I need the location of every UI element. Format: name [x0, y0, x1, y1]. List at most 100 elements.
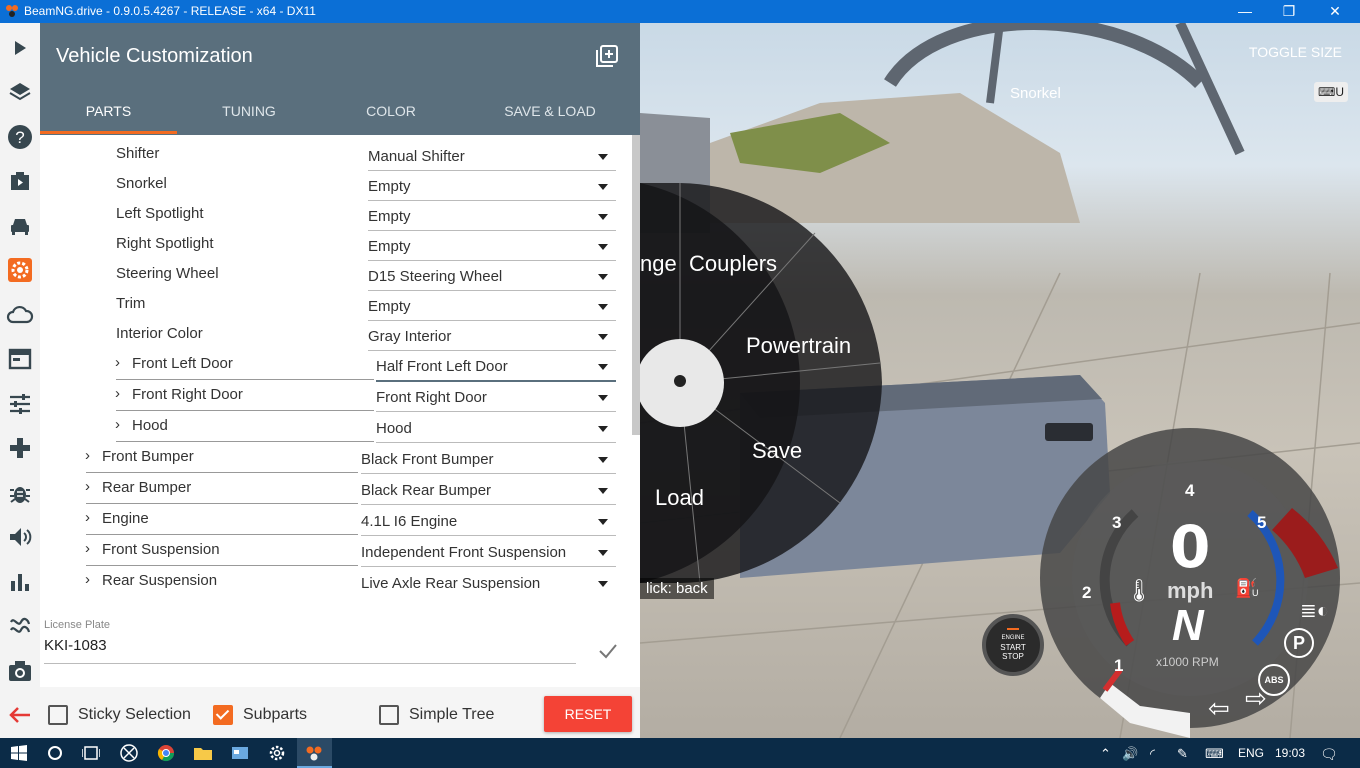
sticky-selection-checkbox[interactable]: Sticky Selection: [48, 705, 198, 725]
volume-icon[interactable]: 🔊: [1122, 746, 1138, 762]
row-divider: [116, 410, 374, 411]
part-select[interactable]: Empty: [368, 178, 616, 201]
task-view-icon[interactable]: [81, 743, 101, 763]
chevron-right-icon[interactable]: ›: [115, 416, 120, 433]
part-select[interactable]: Gray Interior: [368, 328, 616, 351]
help-icon[interactable]: ?: [6, 123, 34, 151]
bug-icon[interactable]: [6, 479, 34, 507]
chevron-right-icon[interactable]: ›: [115, 385, 120, 402]
minimize-button[interactable]: —: [1222, 0, 1268, 23]
part-value: Empty: [368, 298, 411, 315]
search-icon[interactable]: [45, 743, 65, 763]
beamng-taskbar-button[interactable]: [297, 738, 332, 768]
chevron-right-icon[interactable]: ›: [85, 509, 90, 526]
part-select[interactable]: Live Axle Rear Suspension: [361, 575, 616, 595]
tab-save-load[interactable]: SAVE & LOAD: [480, 95, 620, 135]
play-icon[interactable]: [6, 34, 34, 62]
sliders-icon[interactable]: [6, 390, 34, 418]
xbox-icon[interactable]: [119, 743, 139, 763]
part-select[interactable]: Hood: [376, 420, 616, 443]
part-value: Empty: [368, 238, 411, 255]
dropdown-arrow-icon: [598, 395, 608, 401]
maximize-button[interactable]: ❐: [1266, 0, 1312, 23]
simple-tree-checkbox[interactable]: Simple Tree: [379, 705, 509, 725]
radial-item-powertrain[interactable]: Powertrain: [746, 333, 851, 359]
part-label: Hood: [132, 417, 168, 434]
radial-menu[interactable]: [640, 173, 900, 593]
part-select[interactable]: Front Right Door: [376, 389, 616, 412]
turn-signal-left-icon: ⇦: [1208, 693, 1230, 723]
chrome-icon[interactable]: [156, 743, 176, 763]
dropdown-arrow-icon: [598, 154, 608, 160]
dropdown-arrow-icon: [598, 364, 608, 370]
tab-parts[interactable]: PARTS: [40, 95, 177, 135]
part-row: Right Spotlight Empty: [40, 230, 620, 261]
part-select[interactable]: Half Front Left Door: [376, 358, 616, 382]
turn-signal-right-icon: ⇨: [1245, 683, 1267, 713]
part-select[interactable]: Empty: [368, 208, 616, 231]
row-divider: [116, 379, 374, 380]
scenario-icon[interactable]: [6, 167, 34, 195]
apply-check-icon[interactable]: [598, 641, 618, 661]
path-icon[interactable]: [6, 612, 34, 640]
control-panel-icon[interactable]: [230, 743, 250, 763]
part-row: › Front Right Door Front Right Door: [40, 381, 620, 412]
subparts-checkbox[interactable]: Subparts: [213, 705, 323, 725]
chevron-right-icon[interactable]: ›: [85, 478, 90, 495]
radial-item-change[interactable]: nge: [640, 251, 677, 277]
headlight-icon: ≣◐: [1300, 600, 1329, 622]
radial-item-save[interactable]: Save: [752, 438, 802, 464]
add-window-icon[interactable]: [596, 45, 618, 67]
file-explorer-icon[interactable]: [193, 743, 213, 763]
part-select[interactable]: 4.1L I6 Engine: [361, 513, 616, 536]
part-select[interactable]: Black Rear Bumper: [361, 482, 616, 505]
language-indicator[interactable]: ENG: [1238, 746, 1264, 760]
engine-start-stop-button[interactable]: ENGINE START STOP: [982, 614, 1044, 676]
row-divider: [86, 565, 358, 566]
keyboard-tray-icon[interactable]: ⌨: [1205, 746, 1224, 762]
part-select[interactable]: Black Front Bumper: [361, 451, 616, 474]
radial-item-couplers[interactable]: Couplers: [689, 251, 777, 277]
part-value: Black Rear Bumper: [361, 482, 492, 499]
part-select[interactable]: Empty: [368, 298, 616, 321]
chevron-right-icon[interactable]: ›: [85, 571, 90, 588]
camera-icon[interactable]: [6, 657, 34, 685]
tray-chevron-icon[interactable]: ⌃: [1100, 746, 1111, 762]
chevron-right-icon[interactable]: ›: [85, 540, 90, 557]
chevron-right-icon[interactable]: ›: [115, 354, 120, 371]
notifications-icon[interactable]: 🗨: [1320, 746, 1338, 763]
wifi-icon[interactable]: ◜: [1150, 746, 1155, 762]
part-select[interactable]: Empty: [368, 238, 616, 261]
reset-button[interactable]: RESET: [544, 696, 632, 732]
cloud-icon[interactable]: [6, 301, 34, 329]
chevron-right-icon[interactable]: ›: [85, 447, 90, 464]
part-select[interactable]: Independent Front Suspension: [361, 544, 616, 567]
toggle-size-button[interactable]: TOGGLE SIZE: [1249, 44, 1342, 60]
part-row: Left Spotlight Empty: [40, 200, 620, 231]
clock[interactable]: 19:03: [1275, 746, 1305, 760]
layers-icon[interactable]: [6, 78, 34, 106]
chart-icon[interactable]: [6, 568, 34, 596]
part-select[interactable]: Manual Shifter: [368, 148, 616, 171]
part-label: Steering Wheel: [116, 265, 219, 282]
gear-icon[interactable]: [6, 256, 34, 284]
car-icon[interactable]: [6, 212, 34, 240]
row-divider: [86, 472, 358, 473]
radial-item-load[interactable]: Load: [655, 485, 704, 511]
back-arrow-icon[interactable]: [6, 701, 34, 729]
sound-icon[interactable]: [6, 523, 34, 551]
tab-color[interactable]: COLOR: [322, 95, 460, 135]
engine-indicator: [1007, 628, 1019, 630]
gamepad-icon[interactable]: [6, 434, 34, 462]
settings-gear-icon[interactable]: [267, 743, 287, 763]
parts-scrollbar[interactable]: [632, 135, 640, 435]
dashboard-icon[interactable]: [6, 345, 34, 373]
panel-tabs: PARTS TUNING COLOR SAVE & LOAD: [40, 95, 640, 135]
part-select[interactable]: D15 Steering Wheel: [368, 268, 616, 291]
license-plate-input[interactable]: KKI-1083: [44, 637, 576, 664]
pen-icon[interactable]: ✎: [1177, 746, 1188, 762]
start-icon[interactable]: [9, 743, 29, 763]
tab-tuning[interactable]: TUNING: [180, 95, 318, 135]
close-button[interactable]: ✕: [1312, 0, 1358, 23]
game-viewport[interactable]: TOGGLE SIZE Snorkel ⌨U nge Couplers Powe…: [640, 23, 1360, 738]
